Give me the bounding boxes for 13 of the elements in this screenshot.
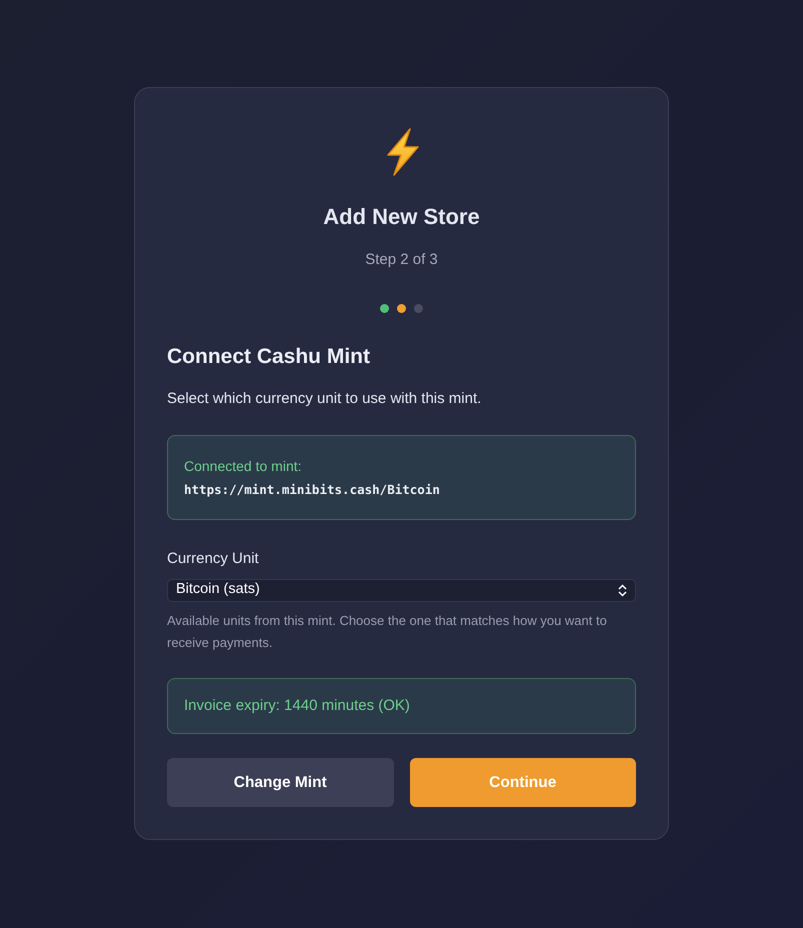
section-description: Select which currency unit to use with this mint.	[167, 389, 482, 409]
section-title: Connect Cashu Mint	[167, 344, 371, 370]
change-mint-button[interactable]: Change Mint	[167, 758, 394, 808]
expiry-notice: Invoice expiry: 1440 minutes (OK)	[167, 678, 636, 734]
help-text: Available units from this mint. Choose the one that matches how you want to receive payments.	[167, 612, 608, 652]
select-value: Bitcoin (sats)	[176, 580, 260, 600]
mint-label: Connected to mint:	[184, 456, 303, 476]
currency-select[interactable]: Bitcoin (sats)	[167, 578, 636, 602]
step-indicator: Step 2 of 3	[364, 250, 439, 270]
page-title: Add New Store	[322, 203, 481, 231]
chevron-icon	[618, 584, 627, 597]
mint-url: https://mint.minibits.cash/Bitcoin	[184, 480, 441, 499]
field-label: Currency Unit	[167, 549, 260, 570]
